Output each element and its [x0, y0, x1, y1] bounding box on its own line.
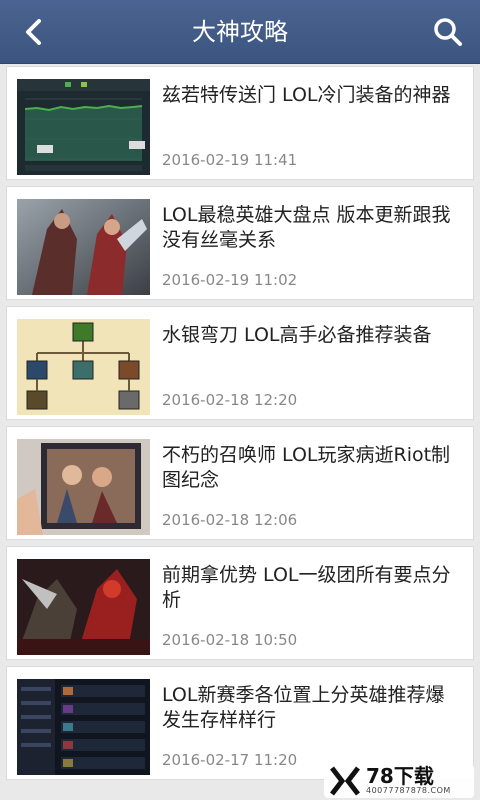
article-date: 2016-02-19 11:41: [162, 151, 298, 169]
article-date: 2016-02-18 12:06: [162, 511, 298, 529]
article-thumbnail: [17, 199, 150, 295]
article-thumbnail: [17, 439, 150, 535]
article-card[interactable]: 前期拿优势 LOL一级团所有要点分析 2016-02-18 10:50: [6, 546, 474, 660]
article-title: 前期拿优势 LOL一级团所有要点分析: [162, 564, 451, 611]
watermark-brand: 78下载: [366, 764, 434, 788]
article-title: 兹若特传送门 LOL冷门装备的神器: [162, 84, 451, 106]
page-title: 大神攻略: [192, 18, 288, 46]
article-thumbnail: [17, 319, 150, 415]
article-thumbnail: [17, 79, 150, 175]
article-thumbnail: [17, 559, 150, 655]
watermark-url: 40077787878.COM: [366, 786, 451, 795]
watermark: 78下载 40077787878.COM: [324, 764, 474, 798]
app-header: 大神攻略: [0, 0, 480, 64]
article-title: 水银弯刀 LOL高手必备推荐装备: [162, 324, 432, 346]
article-card[interactable]: 水银弯刀 LOL高手必备推荐装备 2016-02-18 12:20: [6, 306, 474, 420]
brand-logo-icon: [330, 766, 360, 796]
article-list: 兹若特传送门 LOL冷门装备的神器 2016-02-19 11:41 LOL最稳…: [6, 66, 474, 786]
article-card[interactable]: LOL新赛季各位置上分英雄推荐爆发生存样样行 2016-02-17 11:20: [6, 666, 474, 780]
article-title: LOL最稳英雄大盘点 版本更新跟我没有丝毫关系: [162, 204, 451, 251]
article-date: 2016-02-19 11:02: [162, 271, 298, 289]
search-button[interactable]: [428, 12, 468, 52]
article-title: 不朽的召唤师 LOL玩家病逝Riot制图纪念: [162, 444, 451, 491]
article-date: 2016-02-18 10:50: [162, 631, 298, 649]
article-title: LOL新赛季各位置上分英雄推荐爆发生存样样行: [162, 684, 445, 731]
article-date: 2016-02-18 12:20: [162, 391, 298, 409]
article-card[interactable]: 不朽的召唤师 LOL玩家病逝Riot制图纪念 2016-02-18 12:06: [6, 426, 474, 540]
article-card[interactable]: 兹若特传送门 LOL冷门装备的神器 2016-02-19 11:41: [6, 66, 474, 180]
article-date: 2016-02-17 11:20: [162, 751, 298, 769]
article-card[interactable]: LOL最稳英雄大盘点 版本更新跟我没有丝毫关系 2016-02-19 11:02: [6, 186, 474, 300]
search-icon: [434, 18, 462, 46]
article-thumbnail: [17, 679, 150, 775]
